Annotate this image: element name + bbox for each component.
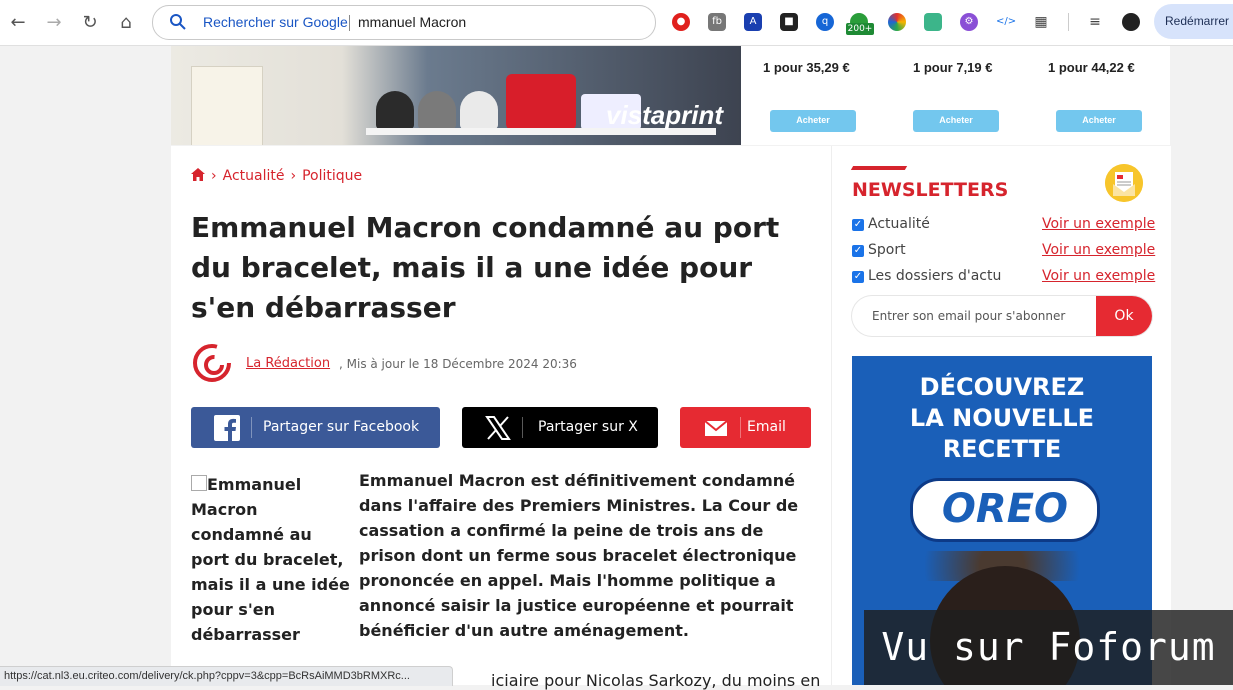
share-x-button[interactable]: Partager sur X — [462, 407, 658, 448]
forward-icon[interactable]: → — [42, 11, 66, 35]
article-body-text: iciaire pour Nicolas Sarkozy, du moins e… — [491, 671, 821, 690]
search-icon — [170, 14, 186, 30]
checkbox-checked-icon[interactable]: ✓ — [852, 219, 864, 231]
top-ad-banner[interactable]: vistaprint 1 pour 35,29 € 1 pour 7,19 € … — [171, 46, 1170, 145]
share-facebook-button[interactable]: Partager sur Facebook — [191, 407, 440, 448]
newsletter-accent-bar — [850, 166, 908, 170]
newsletter-mail-icon — [1105, 164, 1143, 202]
extension-cube-icon[interactable] — [924, 13, 942, 31]
status-bar-url: https://cat.nl3.eu.criteo.com/delivery/c… — [0, 666, 453, 686]
extension-color-icon[interactable] — [888, 13, 906, 31]
ad-red-product — [506, 74, 576, 130]
ad-beanie — [418, 91, 456, 129]
oreo-logo: OREO — [910, 478, 1100, 542]
oreo-headline-line: LA NOUVELLE — [909, 404, 1095, 432]
ad-price-1: 1 pour 35,29 € — [763, 60, 850, 75]
oreo-headline-line: RECETTE — [942, 435, 1062, 463]
x-logo-icon — [485, 416, 511, 440]
share-divider — [740, 417, 741, 438]
share-divider — [522, 417, 523, 438]
oreo-headline: DÉCOUVREZ LA NOUVELLE RECETTE — [852, 372, 1152, 465]
browser-toolbar: ← → ↻ ⌂ Rechercher sur Google mmanuel Ma… — [0, 0, 1233, 46]
email-placeholder: Entrer son email pour s'abonner — [872, 309, 1066, 323]
sidebar: NEWSLETTERS ✓ Actualité Voir un exemple ✓… — [831, 146, 1171, 685]
ad-beanie — [376, 91, 414, 129]
extensions-puzzle-icon[interactable]: ▦ — [1032, 13, 1050, 31]
reload-icon[interactable]: ↻ — [78, 11, 102, 35]
ad-price-2: 1 pour 7,19 € — [913, 60, 993, 75]
chevron-right-icon: › — [290, 168, 297, 184]
envelope-icon — [704, 420, 728, 436]
extension-fb-icon[interactable]: fb — [708, 13, 726, 31]
ad-buy-button-3[interactable]: Acheter — [1056, 110, 1142, 132]
ad-image[interactable]: vistaprint — [171, 46, 741, 145]
article-image-alt: Emmanuel Macron condamné au port du brac… — [191, 472, 351, 647]
reading-list-icon[interactable]: ≡ — [1086, 13, 1104, 31]
ad-donut-box — [191, 66, 263, 145]
article-lead: Emmanuel Macron est définitivement conda… — [359, 471, 799, 640]
ad-price-3: 1 pour 44,22 € — [1048, 60, 1135, 75]
breadcrumb-politique[interactable]: Politique — [302, 168, 362, 184]
address-bar[interactable]: Rechercher sur Google mmanuel Macron — [152, 5, 656, 40]
extension-translate-icon[interactable]: A — [744, 13, 762, 31]
share-email-button[interactable]: Email — [680, 407, 811, 448]
share-x-label: Partager sur X — [538, 419, 638, 435]
newsletter-option-label: Sport — [868, 242, 906, 258]
toolbar-divider — [1068, 13, 1069, 31]
newsletter-option-sport[interactable]: ✓ Sport — [852, 242, 906, 258]
newsletter-ok-button[interactable]: Ok — [1096, 296, 1152, 336]
updated-date: , Mis à jour le 18 Décembre 2024 20:36 — [339, 357, 577, 371]
broken-image-icon — [191, 475, 207, 491]
article-image-alt-text: Emmanuel Macron condamné au port du brac… — [191, 475, 350, 644]
newsletter-example-link[interactable]: Voir un exemple — [1042, 268, 1155, 284]
newsletter-option-label: Les dossiers d'actu — [868, 268, 1002, 284]
newsletter-option-dossiers[interactable]: ✓ Les dossiers d'actu — [852, 268, 1001, 284]
newsletter-example-link[interactable]: Voir un exemple — [1042, 242, 1155, 258]
extension-code-icon[interactable]: </> — [996, 13, 1016, 31]
checkbox-checked-icon[interactable]: ✓ — [852, 271, 864, 283]
author-link[interactable]: La Rédaction — [246, 356, 330, 371]
extension-gear-icon[interactable]: ⚙ — [960, 13, 978, 31]
extension-adblock-icon[interactable]: ● — [672, 13, 690, 31]
extension-tab-icon[interactable]: ■ — [780, 13, 798, 31]
chevron-right-icon: › — [211, 168, 217, 184]
share-email-label: Email — [747, 419, 786, 435]
article-main: › Actualité › Politique Emmanuel Macron con… — [171, 146, 831, 690]
omnibox-separator — [349, 15, 350, 31]
checkbox-checked-icon[interactable]: ✓ — [852, 245, 864, 257]
back-icon[interactable]: ← — [6, 11, 30, 35]
extension-q-icon[interactable]: q — [816, 13, 834, 31]
facebook-icon — [214, 415, 240, 442]
profile-avatar[interactable] — [1122, 13, 1140, 31]
omnibox-hint: Rechercher sur Google — [203, 14, 348, 30]
share-divider — [251, 417, 252, 438]
breadcrumb-actualite[interactable]: Actualité — [223, 168, 285, 184]
extension-badge: 200+ — [846, 23, 874, 35]
home-icon[interactable]: ⌂ — [114, 11, 138, 35]
oreo-headline-line: DÉCOUVREZ — [919, 373, 1085, 401]
newsletter-option-actualite[interactable]: ✓ Actualité — [852, 216, 930, 232]
vistaprint-logo: vistaprint — [606, 100, 724, 130]
author-logo-icon — [193, 344, 231, 382]
watermark: Vu sur Foforum — [864, 610, 1233, 685]
share-facebook-label: Partager sur Facebook — [263, 419, 420, 435]
breadcrumb: › Actualité › Politique — [191, 168, 362, 184]
home-icon[interactable] — [191, 168, 205, 181]
omnibox-query[interactable]: mmanuel Macron — [358, 14, 466, 30]
ad-buy-button-1[interactable]: Acheter — [770, 110, 856, 132]
newsletter-option-label: Actualité — [868, 216, 930, 232]
article-title: Emmanuel Macron condamné au port du brac… — [191, 211, 780, 324]
newsletter-title: NEWSLETTERS — [852, 179, 1009, 201]
newsletter-example-link[interactable]: Voir un exemple — [1042, 216, 1155, 232]
ad-buy-button-2[interactable]: Acheter — [913, 110, 999, 132]
restart-button[interactable]: Redémarrer p — [1154, 4, 1233, 39]
ad-beanie — [460, 91, 498, 129]
